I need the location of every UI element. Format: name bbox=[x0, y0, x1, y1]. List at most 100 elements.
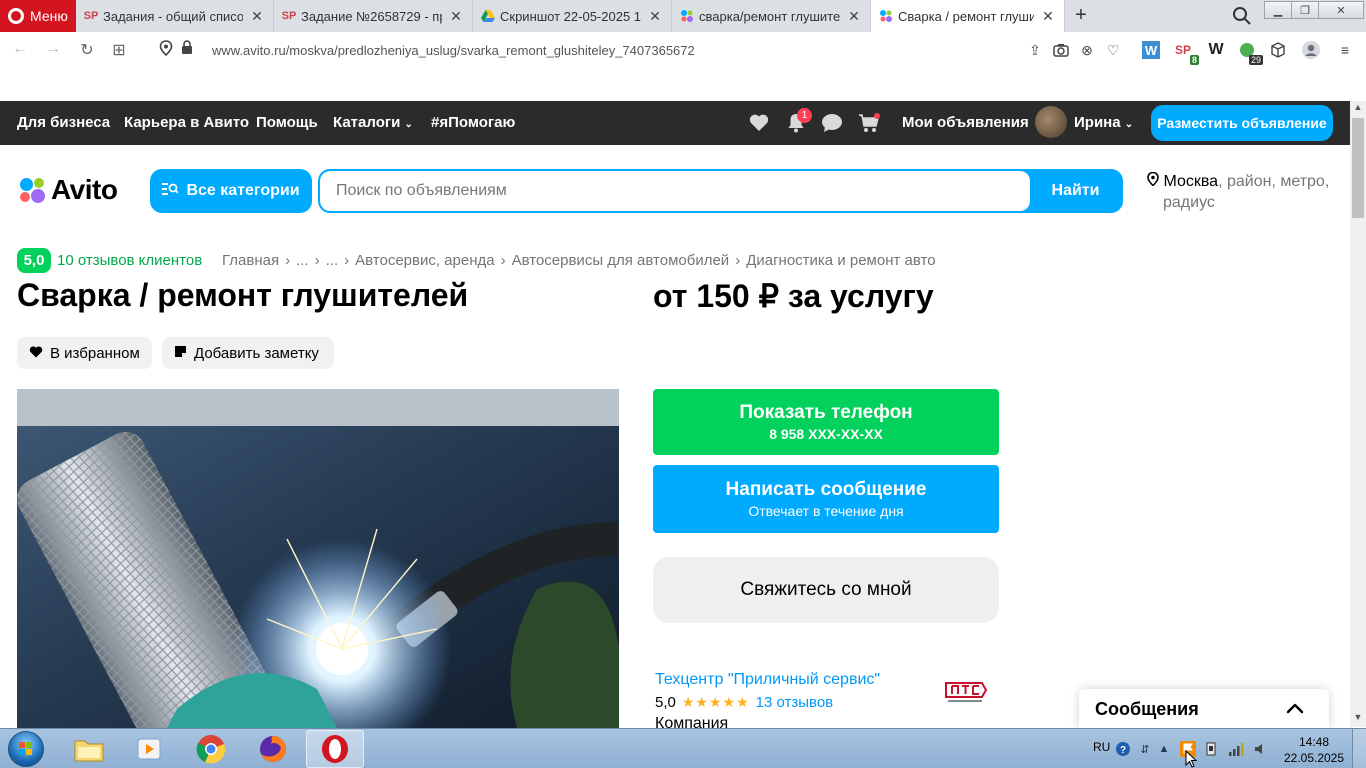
browser-tab-active[interactable]: Сварка / ремонт глушител ✕ bbox=[871, 0, 1065, 32]
tab-close-icon[interactable]: ✕ bbox=[1040, 8, 1056, 25]
favorites-heart-icon[interactable] bbox=[748, 112, 770, 134]
input-language[interactable]: RU bbox=[1093, 740, 1110, 754]
messages-panel[interactable]: Сообщения bbox=[1079, 689, 1329, 729]
breadcrumb-item[interactable]: Диагностика и ремонт авто bbox=[746, 252, 935, 269]
new-tab-button[interactable]: + bbox=[1070, 4, 1092, 27]
add-note-button[interactable]: Добавить заметку bbox=[162, 337, 334, 369]
page-title: Сварка / ремонт глушителей bbox=[17, 277, 469, 313]
profile-icon[interactable] bbox=[1302, 41, 1320, 59]
listing-price: от 150 ₽ за услугу bbox=[653, 278, 934, 314]
browser-tab[interactable]: SP Задания - общий список з ✕ bbox=[76, 0, 274, 32]
search-button[interactable]: Найти bbox=[1030, 171, 1121, 211]
write-message-button[interactable]: Написать сообщение Отвечает в течение дн… bbox=[653, 465, 999, 533]
reply-time-label: Отвечает в течение дня bbox=[748, 503, 904, 519]
tab-close-icon[interactable]: ✕ bbox=[846, 8, 862, 25]
all-categories-button[interactable]: Все категории bbox=[150, 169, 312, 213]
avito-icon bbox=[680, 9, 694, 23]
notifications-bell-icon[interactable]: 1 bbox=[785, 108, 812, 134]
back-icon[interactable]: ← bbox=[10, 40, 30, 58]
word-extension-icon[interactable]: W bbox=[1142, 41, 1160, 59]
forward-icon[interactable]: → bbox=[43, 40, 63, 58]
my-ads-link[interactable]: Мои объявления bbox=[902, 114, 1029, 131]
avito-logo[interactable]: Avito bbox=[17, 174, 118, 206]
network-icon[interactable] bbox=[1228, 741, 1244, 757]
volume-icon[interactable] bbox=[1253, 741, 1269, 757]
breadcrumb-separator: › bbox=[285, 252, 291, 269]
chrome-icon[interactable] bbox=[182, 730, 240, 768]
location-pin-icon[interactable] bbox=[156, 40, 176, 61]
camera-icon[interactable] bbox=[1052, 41, 1070, 59]
system-clock[interactable]: 14:48 22.05.2025 bbox=[1282, 734, 1346, 766]
adblock-icon[interactable]: ⊗ bbox=[1078, 41, 1096, 59]
contact-me-button[interactable]: Свяжитесь со мной bbox=[653, 557, 999, 623]
post-ad-button[interactable]: Разместить объявление bbox=[1151, 105, 1333, 141]
show-phone-button[interactable]: Показать телефон 8 958 XXX-XX-XX bbox=[653, 389, 999, 455]
share-icon[interactable]: ⇪ bbox=[1026, 41, 1044, 59]
windows-start-icon[interactable] bbox=[8, 731, 44, 767]
seller-logo[interactable] bbox=[942, 680, 988, 706]
search-input[interactable] bbox=[320, 171, 1030, 211]
cart-icon[interactable] bbox=[858, 112, 880, 134]
language-bar-options-icon[interactable]: ⇵ bbox=[1137, 741, 1153, 757]
tabs-grid-icon[interactable]: ⊞ bbox=[109, 40, 129, 60]
heart-outline-icon[interactable]: ♡ bbox=[1104, 41, 1122, 59]
help-icon[interactable]: ? bbox=[1115, 741, 1131, 757]
cube-icon[interactable] bbox=[1269, 41, 1287, 59]
opera-logo-icon bbox=[8, 8, 24, 24]
add-note-label: Добавить заметку bbox=[194, 344, 319, 362]
breadcrumb-item[interactable]: Автосервис, аренда bbox=[355, 252, 494, 269]
tab-search-icon[interactable] bbox=[1232, 6, 1252, 26]
file-explorer-icon[interactable] bbox=[60, 730, 118, 768]
reviews-link[interactable]: 10 отзывов клиентов bbox=[57, 252, 202, 269]
messages-chat-icon[interactable] bbox=[821, 112, 843, 134]
scrollbar-thumb[interactable] bbox=[1352, 118, 1364, 218]
media-player-icon[interactable] bbox=[120, 730, 178, 768]
breadcrumb-item[interactable]: Автосервисы для автомобилей bbox=[512, 252, 730, 269]
listing-photo[interactable] bbox=[17, 389, 619, 728]
sp-extension-icon[interactable]: SP 8 bbox=[1174, 41, 1199, 65]
breadcrumb-item[interactable]: ... bbox=[326, 252, 339, 269]
show-hidden-icons-icon[interactable]: ▲ bbox=[1156, 741, 1172, 757]
minimize-button[interactable]: ▁ bbox=[1264, 1, 1292, 19]
scroll-up-arrow-icon[interactable]: ▲ bbox=[1350, 102, 1366, 116]
browser-tab[interactable]: Скриншот 22-05-2025 142 ✕ bbox=[473, 0, 672, 32]
chevron-down-icon: ⌄ bbox=[1124, 119, 1134, 130]
location-selector[interactable]: Москва, район, метро, радиус bbox=[1147, 171, 1337, 213]
w-extension-icon[interactable]: W bbox=[1207, 41, 1225, 59]
avatar[interactable] bbox=[1035, 106, 1067, 138]
sp-icon: SP bbox=[281, 10, 297, 22]
lock-icon[interactable] bbox=[177, 40, 197, 59]
maximize-button[interactable]: ❐ bbox=[1291, 1, 1319, 19]
nav-item-help[interactable]: Помощь bbox=[256, 114, 318, 131]
browser-tab[interactable]: SP Задание №2658729 - про ✕ bbox=[274, 0, 473, 32]
opera-menu-button[interactable]: Меню bbox=[0, 0, 76, 32]
nav-item-help-hashtag[interactable]: #яПомогаю bbox=[431, 114, 515, 131]
favorite-button[interactable]: В избранном bbox=[17, 337, 152, 369]
breadcrumb-item[interactable]: Главная bbox=[222, 252, 279, 269]
easy-setup-icon[interactable]: ≡ bbox=[1336, 41, 1354, 59]
location-pin-icon bbox=[1147, 171, 1163, 190]
breadcrumb-item[interactable]: ... bbox=[296, 252, 309, 269]
user-menu[interactable]: Ирина ⌄ bbox=[1074, 114, 1133, 131]
show-desktop-button[interactable] bbox=[1352, 729, 1366, 768]
browser-tab[interactable]: сварка/ремонт глушителе ✕ bbox=[672, 0, 871, 32]
opera-icon[interactable] bbox=[306, 730, 364, 768]
url-field[interactable]: www.avito.ru/moskva/predlozheniya_uslug/… bbox=[212, 43, 695, 58]
nav-item-catalogs[interactable]: Каталоги ⌄ bbox=[333, 114, 413, 131]
nav-item-business[interactable]: Для бизнеса bbox=[17, 114, 110, 131]
tab-close-icon[interactable]: ✕ bbox=[249, 8, 265, 25]
seller-name-link[interactable]: Техцентр "Приличный сервис" bbox=[655, 671, 880, 689]
nav-item-career[interactable]: Карьера в Авито bbox=[124, 114, 249, 131]
sp-icon: SP bbox=[83, 10, 99, 22]
chevron-up-icon[interactable] bbox=[1283, 697, 1307, 721]
firefox-icon[interactable] bbox=[244, 730, 302, 768]
seller-reviews-link[interactable]: 13 отзывов bbox=[756, 694, 834, 711]
close-window-button[interactable]: ✕ bbox=[1318, 1, 1364, 19]
reload-icon[interactable]: ↻ bbox=[77, 40, 97, 60]
safely-remove-hardware-icon[interactable] bbox=[1203, 741, 1219, 757]
location-city: Москва bbox=[1163, 173, 1219, 190]
scroll-down-arrow-icon[interactable]: ▼ bbox=[1350, 712, 1366, 726]
tab-close-icon[interactable]: ✕ bbox=[448, 8, 464, 25]
vk-extension-icon[interactable]: 29 bbox=[1238, 41, 1263, 65]
tab-close-icon[interactable]: ✕ bbox=[647, 8, 663, 25]
